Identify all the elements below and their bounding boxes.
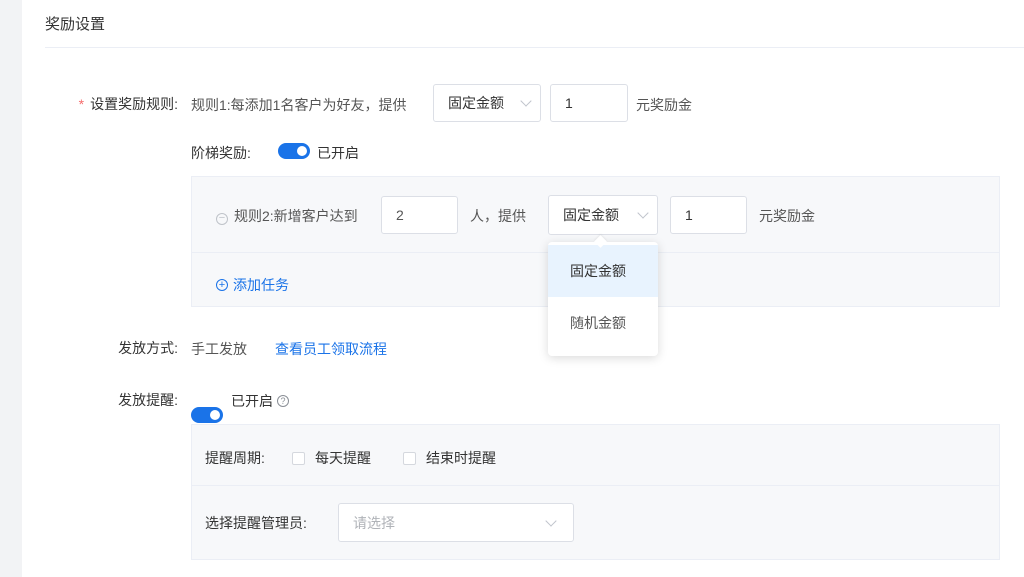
- admin-label: 选择提醒管理员:: [205, 515, 307, 531]
- daily-label: 每天提醒: [315, 450, 371, 466]
- rule2-type-select[interactable]: 固定金额: [548, 195, 658, 235]
- distribution-label: 发放方式:: [118, 340, 178, 356]
- end-checkbox-wrap[interactable]: 结束时提醒: [403, 448, 496, 468]
- rule1-type-value: 固定金额: [448, 95, 504, 111]
- dropdown-option-random[interactable]: 随机金额: [548, 297, 658, 349]
- type-dropdown-menu: 固定金额 随机金额: [548, 235, 658, 356]
- rule1-type-select[interactable]: 固定金额: [433, 84, 541, 122]
- end-checkbox[interactable]: [403, 451, 416, 465]
- rule2-text: 规则2:新增客户达到: [234, 208, 358, 224]
- rule2-amount-input[interactable]: 1: [670, 196, 747, 234]
- daily-checkbox[interactable]: [292, 451, 305, 465]
- required-mark: *: [78, 96, 85, 112]
- reminder-status-wrap: 已开启 ?: [231, 391, 289, 411]
- rule1-suffix: 元奖励金: [636, 97, 692, 113]
- rule1-text: 规则1:每添加1名客户为好友，提供: [191, 97, 407, 113]
- question-circle-icon[interactable]: ?: [277, 395, 289, 407]
- tier-reward-status: 已开启: [317, 145, 359, 161]
- reminder-panel: [191, 424, 1000, 560]
- rule2-type-value: 固定金额: [563, 207, 619, 223]
- rule1-amount-input[interactable]: 1: [550, 84, 628, 122]
- admin-select[interactable]: 请选择: [338, 503, 574, 542]
- admin-placeholder: 请选择: [353, 514, 395, 531]
- section-divider: [45, 47, 1024, 48]
- chevron-down-icon: [637, 207, 649, 219]
- daily-checkbox-wrap[interactable]: 每天提醒: [292, 448, 371, 468]
- plus-circle-icon: +: [216, 279, 228, 291]
- reminder-status: 已开启: [231, 393, 273, 409]
- left-rail: [0, 0, 22, 577]
- view-process-link[interactable]: 查看员工领取流程: [275, 339, 387, 359]
- rule2-amount-value: 1: [685, 207, 693, 223]
- remove-rule-button[interactable]: −: [216, 208, 228, 225]
- dropdown-option-fixed[interactable]: 固定金额: [548, 245, 658, 297]
- tier-reward-label: 阶梯奖励:: [191, 145, 251, 161]
- reminder-switch[interactable]: [191, 407, 223, 423]
- reward-rule-label-text: 设置奖励规则:: [90, 96, 178, 112]
- add-task-button[interactable]: + 添加任务: [216, 275, 289, 295]
- rule2-mid-text: 人，提供: [470, 208, 526, 224]
- rule2-count-input[interactable]: 2: [381, 196, 458, 234]
- chevron-down-icon: [520, 95, 532, 107]
- tier-reward-switch[interactable]: [278, 143, 310, 159]
- section-title: 奖励设置: [45, 16, 106, 33]
- minus-circle-icon: −: [216, 212, 228, 225]
- reward-rule-label: * 设置奖励规则:: [40, 94, 178, 114]
- chevron-down-icon: [545, 514, 557, 527]
- add-task-label: 添加任务: [233, 277, 289, 293]
- rule1-amount-value: 1: [565, 95, 573, 111]
- rule2-count-value: 2: [396, 207, 404, 223]
- period-label: 提醒周期:: [205, 450, 265, 466]
- end-label: 结束时提醒: [426, 450, 496, 466]
- rule2-suffix: 元奖励金: [759, 208, 815, 224]
- reminder-label: 发放提醒:: [118, 392, 178, 408]
- distribution-value: 手工发放: [191, 341, 247, 357]
- reminder-panel-divider: [192, 485, 999, 486]
